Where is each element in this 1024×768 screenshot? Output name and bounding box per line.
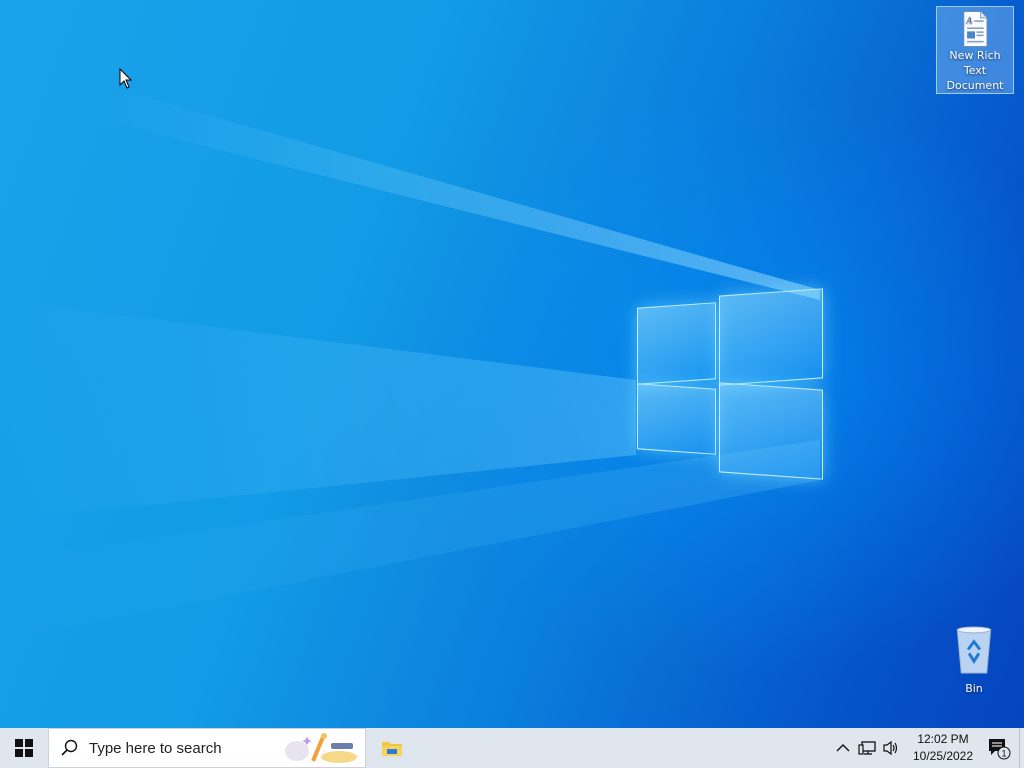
search-box[interactable]: Type here to search — [48, 728, 366, 768]
search-placeholder: Type here to search — [89, 739, 222, 757]
volume-button[interactable] — [879, 728, 903, 768]
network-icon — [858, 741, 876, 755]
search-highlight-illustration-icon — [285, 733, 357, 763]
windows-wallpaper-logo — [636, 288, 824, 482]
svg-text:A: A — [965, 16, 972, 26]
taskbar-app-file-explorer[interactable] — [366, 728, 418, 768]
desktop[interactable]: A New Rich Text Document Bin — [0, 0, 1024, 728]
notification-count: 1 — [1001, 749, 1006, 759]
volume-icon — [883, 740, 898, 756]
windows-logo-icon — [15, 739, 33, 757]
desktop-icon-label: New Rich Text Document — [946, 49, 1004, 92]
taskbar: Type here to search 12:02 PM 10/25/2022 … — [0, 728, 1024, 768]
chevron-up-icon — [836, 744, 850, 752]
taskbar-clock[interactable]: 12:02 PM 10/25/2022 — [907, 731, 979, 765]
desktop-icon-label: Bin — [965, 682, 983, 695]
notification-icon: 1 — [989, 739, 1011, 760]
clock-time: 12:02 PM — [917, 732, 969, 746]
show-hidden-icons-button[interactable] — [831, 728, 855, 768]
mouse-cursor-icon — [119, 68, 133, 89]
system-tray: 12:02 PM 10/25/2022 1 — [831, 728, 1024, 768]
action-center-button[interactable]: 1 — [979, 728, 1019, 768]
show-desktop-button[interactable] — [1019, 728, 1024, 768]
start-button[interactable] — [0, 728, 48, 768]
search-icon — [49, 739, 89, 757]
clock-date: 10/25/2022 — [912, 749, 974, 763]
recycle-bin-icon — [956, 626, 992, 674]
desktop-icon-rich-text-document[interactable]: A New Rich Text Document — [936, 6, 1014, 94]
file-explorer-icon — [382, 742, 402, 756]
desktop-icon-recycle-bin[interactable]: Bin — [936, 624, 1012, 696]
network-button[interactable] — [855, 728, 879, 768]
wallpaper-light-beams — [0, 90, 820, 640]
rich-text-document-icon: A — [963, 11, 988, 47]
